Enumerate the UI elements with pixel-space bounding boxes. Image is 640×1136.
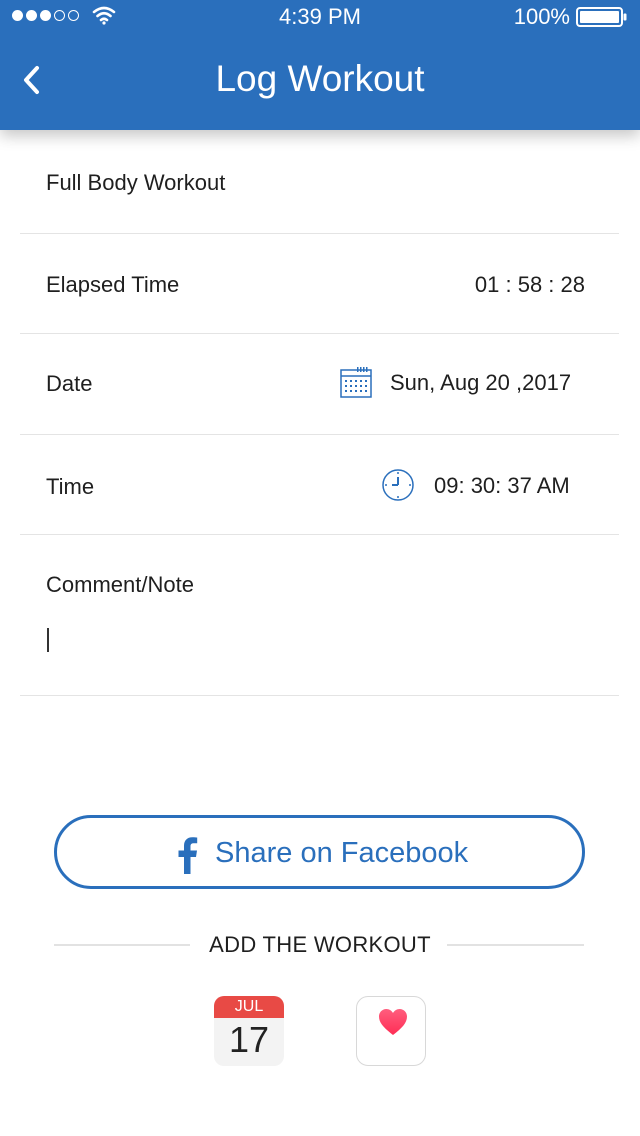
health-app-button[interactable] bbox=[356, 996, 426, 1066]
heart-icon bbox=[379, 1009, 407, 1035]
page-title: Log Workout bbox=[215, 58, 425, 99]
date-label: Date bbox=[46, 371, 93, 396]
date-row[interactable]: Date Sun, Aug 20 ,2017 bbox=[20, 334, 619, 435]
workout-name-row[interactable]: Full Body Workout bbox=[20, 130, 619, 234]
text-cursor bbox=[47, 628, 49, 652]
clock-icon bbox=[382, 469, 414, 501]
elapsed-time-row: Elapsed Time 01 : 58 : 28 bbox=[20, 234, 619, 334]
comment-row[interactable]: Comment/Note bbox=[20, 535, 619, 696]
facebook-icon bbox=[178, 837, 198, 874]
workout-name: Full Body Workout bbox=[46, 170, 226, 195]
time-row[interactable]: Time 09: 30: 37 AM bbox=[20, 435, 619, 535]
calendar-month: JUL bbox=[214, 996, 284, 1018]
elapsed-time-label: Elapsed Time bbox=[46, 272, 180, 297]
time-label: Time bbox=[46, 474, 95, 499]
battery-icon bbox=[576, 7, 627, 27]
date-value[interactable]: Sun, Aug 20 ,2017 bbox=[390, 370, 571, 396]
comment-label: Comment/Note bbox=[46, 572, 194, 597]
divider-right bbox=[447, 944, 584, 946]
battery-percent: 100% bbox=[513, 4, 570, 29]
nav-header: 4:39 PM 100% Log Workout bbox=[0, 0, 640, 130]
share-facebook-button[interactable]: Share on Facebook bbox=[54, 815, 585, 889]
calendar-day: 17 bbox=[228, 1019, 270, 1060]
share-facebook-label: Share on Facebook bbox=[215, 837, 469, 869]
calendar-app-button[interactable]: JUL 17 bbox=[214, 996, 284, 1066]
elapsed-time-value: 01 : 58 : 28 bbox=[474, 272, 585, 297]
status-bar: 4:39 PM 100% bbox=[0, 0, 640, 32]
time-value[interactable]: 09: 30: 37 AM bbox=[434, 473, 570, 499]
calendar-icon bbox=[340, 367, 372, 398]
